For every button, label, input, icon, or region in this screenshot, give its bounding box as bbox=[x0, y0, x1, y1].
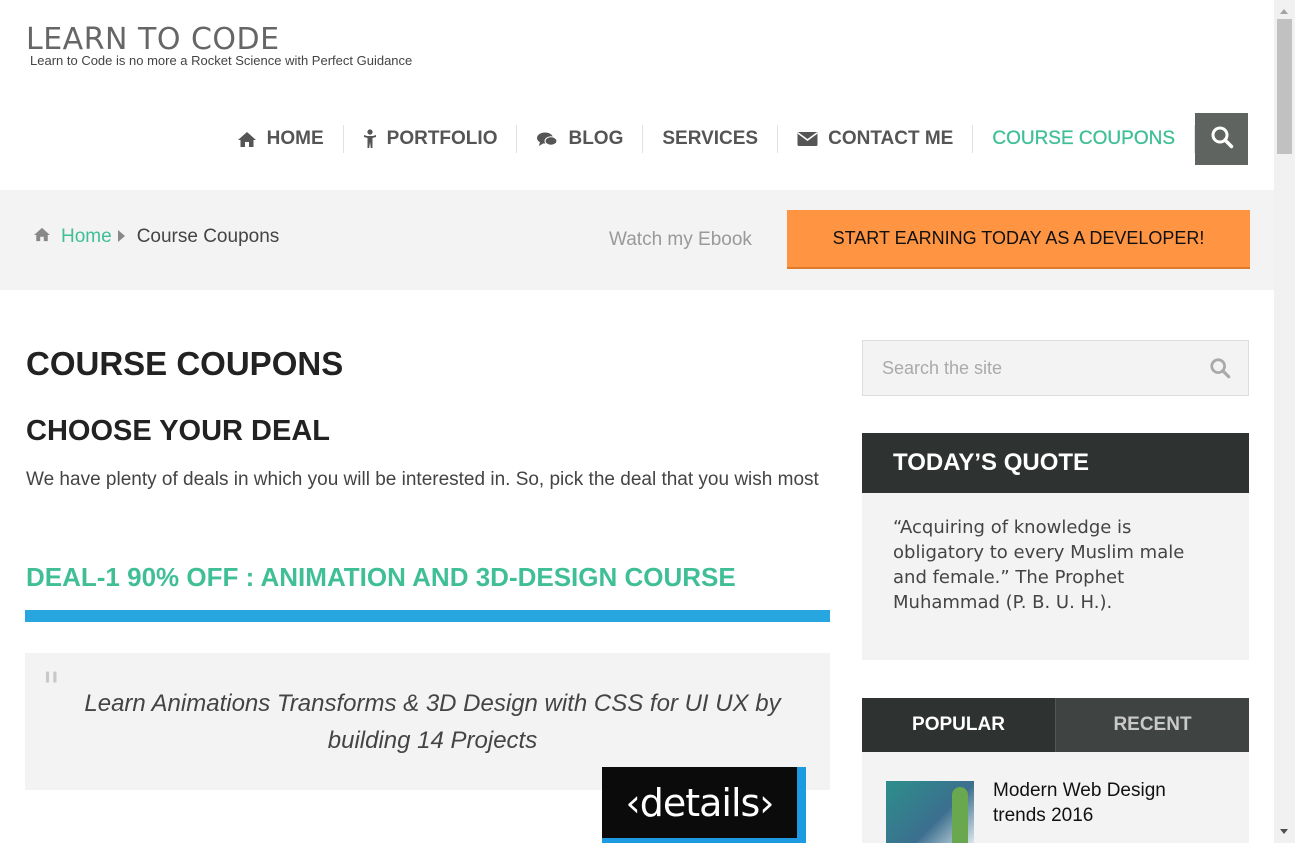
header-search-button[interactable] bbox=[1195, 113, 1248, 165]
envelope-icon bbox=[797, 131, 818, 147]
nav-home-label: HOME bbox=[266, 128, 324, 149]
tab-popular[interactable]: POPULAR bbox=[862, 698, 1055, 752]
nav-portfolio[interactable]: PORTFOLIO bbox=[344, 125, 518, 153]
site-tagline: Learn to Code is no more a Rocket Scienc… bbox=[30, 53, 413, 68]
breadcrumb-home-link[interactable]: Home bbox=[61, 226, 112, 248]
quote-widget-text: “Acquiring of knowledge is obligatory to… bbox=[893, 517, 1185, 613]
start-earning-button[interactable]: START EARNING TODAY AS A DEVELOPER! bbox=[787, 210, 1250, 269]
posts-tabs: POPULAR RECENT bbox=[862, 698, 1249, 752]
nav-home[interactable]: HOME bbox=[218, 125, 344, 153]
popular-posts-panel: Modern Web Design trends 2016 bbox=[862, 752, 1249, 843]
post-title-link[interactable]: Modern Web Design trends 2016 bbox=[993, 778, 1223, 828]
quote-mark-icon: " bbox=[42, 665, 61, 711]
section-heading: CHOOSE YOUR DEAL bbox=[26, 415, 331, 447]
home-icon bbox=[237, 131, 257, 148]
sidebar-search-input[interactable] bbox=[863, 341, 1203, 395]
nav-contact-label: CONTACT ME bbox=[828, 128, 954, 149]
search-icon bbox=[1210, 125, 1234, 154]
tab-recent[interactable]: RECENT bbox=[1055, 698, 1249, 752]
nav-blog[interactable]: BLOG bbox=[517, 125, 644, 153]
nav-blog-label: BLOG bbox=[568, 128, 624, 149]
watch-ebook-link[interactable]: Watch my Ebook bbox=[609, 229, 752, 251]
scrollbar-thumb[interactable] bbox=[1277, 19, 1292, 154]
details-image-text: ‹details› bbox=[625, 780, 775, 825]
page-title: COURSE COUPONS bbox=[26, 345, 344, 382]
nav-services[interactable]: SERVICES bbox=[643, 125, 779, 153]
person-icon bbox=[363, 129, 377, 149]
site-title[interactable]: LEARN TO CODE bbox=[26, 22, 280, 57]
nav-course-coupons[interactable]: COURSE COUPONS bbox=[973, 125, 1195, 153]
comments-icon bbox=[536, 131, 558, 148]
nav-course-coupons-label: COURSE COUPONS bbox=[992, 128, 1175, 149]
caret-right-icon bbox=[117, 226, 125, 248]
post-thumbnail[interactable] bbox=[886, 781, 974, 843]
quote-widget-title: TODAY’S QUOTE bbox=[862, 433, 1249, 493]
deal-title: DEAL-1 90% OFF : ANIMATION AND 3D-DESIGN… bbox=[26, 562, 736, 592]
breadcrumb-bar: Home Course Coupons Watch my Ebook START… bbox=[0, 190, 1274, 290]
deal-quote-text: Learn Animations Transforms & 3D Design … bbox=[84, 690, 781, 754]
breadcrumb: Home Course Coupons bbox=[33, 226, 279, 248]
nav-portfolio-label: PORTFOLIO bbox=[386, 128, 498, 149]
scroll-down-arrow-icon[interactable] bbox=[1280, 829, 1288, 834]
main-nav: HOME PORTFOLIO BLOG SERVICES CONTACT ME … bbox=[218, 113, 1248, 165]
nav-services-label: SERVICES bbox=[662, 128, 759, 149]
sidebar-search bbox=[862, 340, 1249, 396]
page-scrollbar[interactable] bbox=[1274, 0, 1295, 843]
thumbnail-graphic bbox=[952, 787, 968, 843]
intro-text: We have plenty of deals in which you wil… bbox=[26, 469, 819, 490]
nav-contact[interactable]: CONTACT ME bbox=[778, 125, 974, 153]
details-button-image[interactable]: ‹details› bbox=[602, 767, 806, 843]
breadcrumb-home-icon bbox=[33, 226, 51, 248]
scroll-up-arrow-icon[interactable] bbox=[1280, 9, 1288, 14]
sidebar-search-icon[interactable] bbox=[1209, 357, 1231, 384]
deal-divider bbox=[25, 610, 830, 622]
breadcrumb-current: Course Coupons bbox=[136, 226, 280, 247]
quote-widget-body: “Acquiring of knowledge is obligatory to… bbox=[862, 493, 1249, 660]
